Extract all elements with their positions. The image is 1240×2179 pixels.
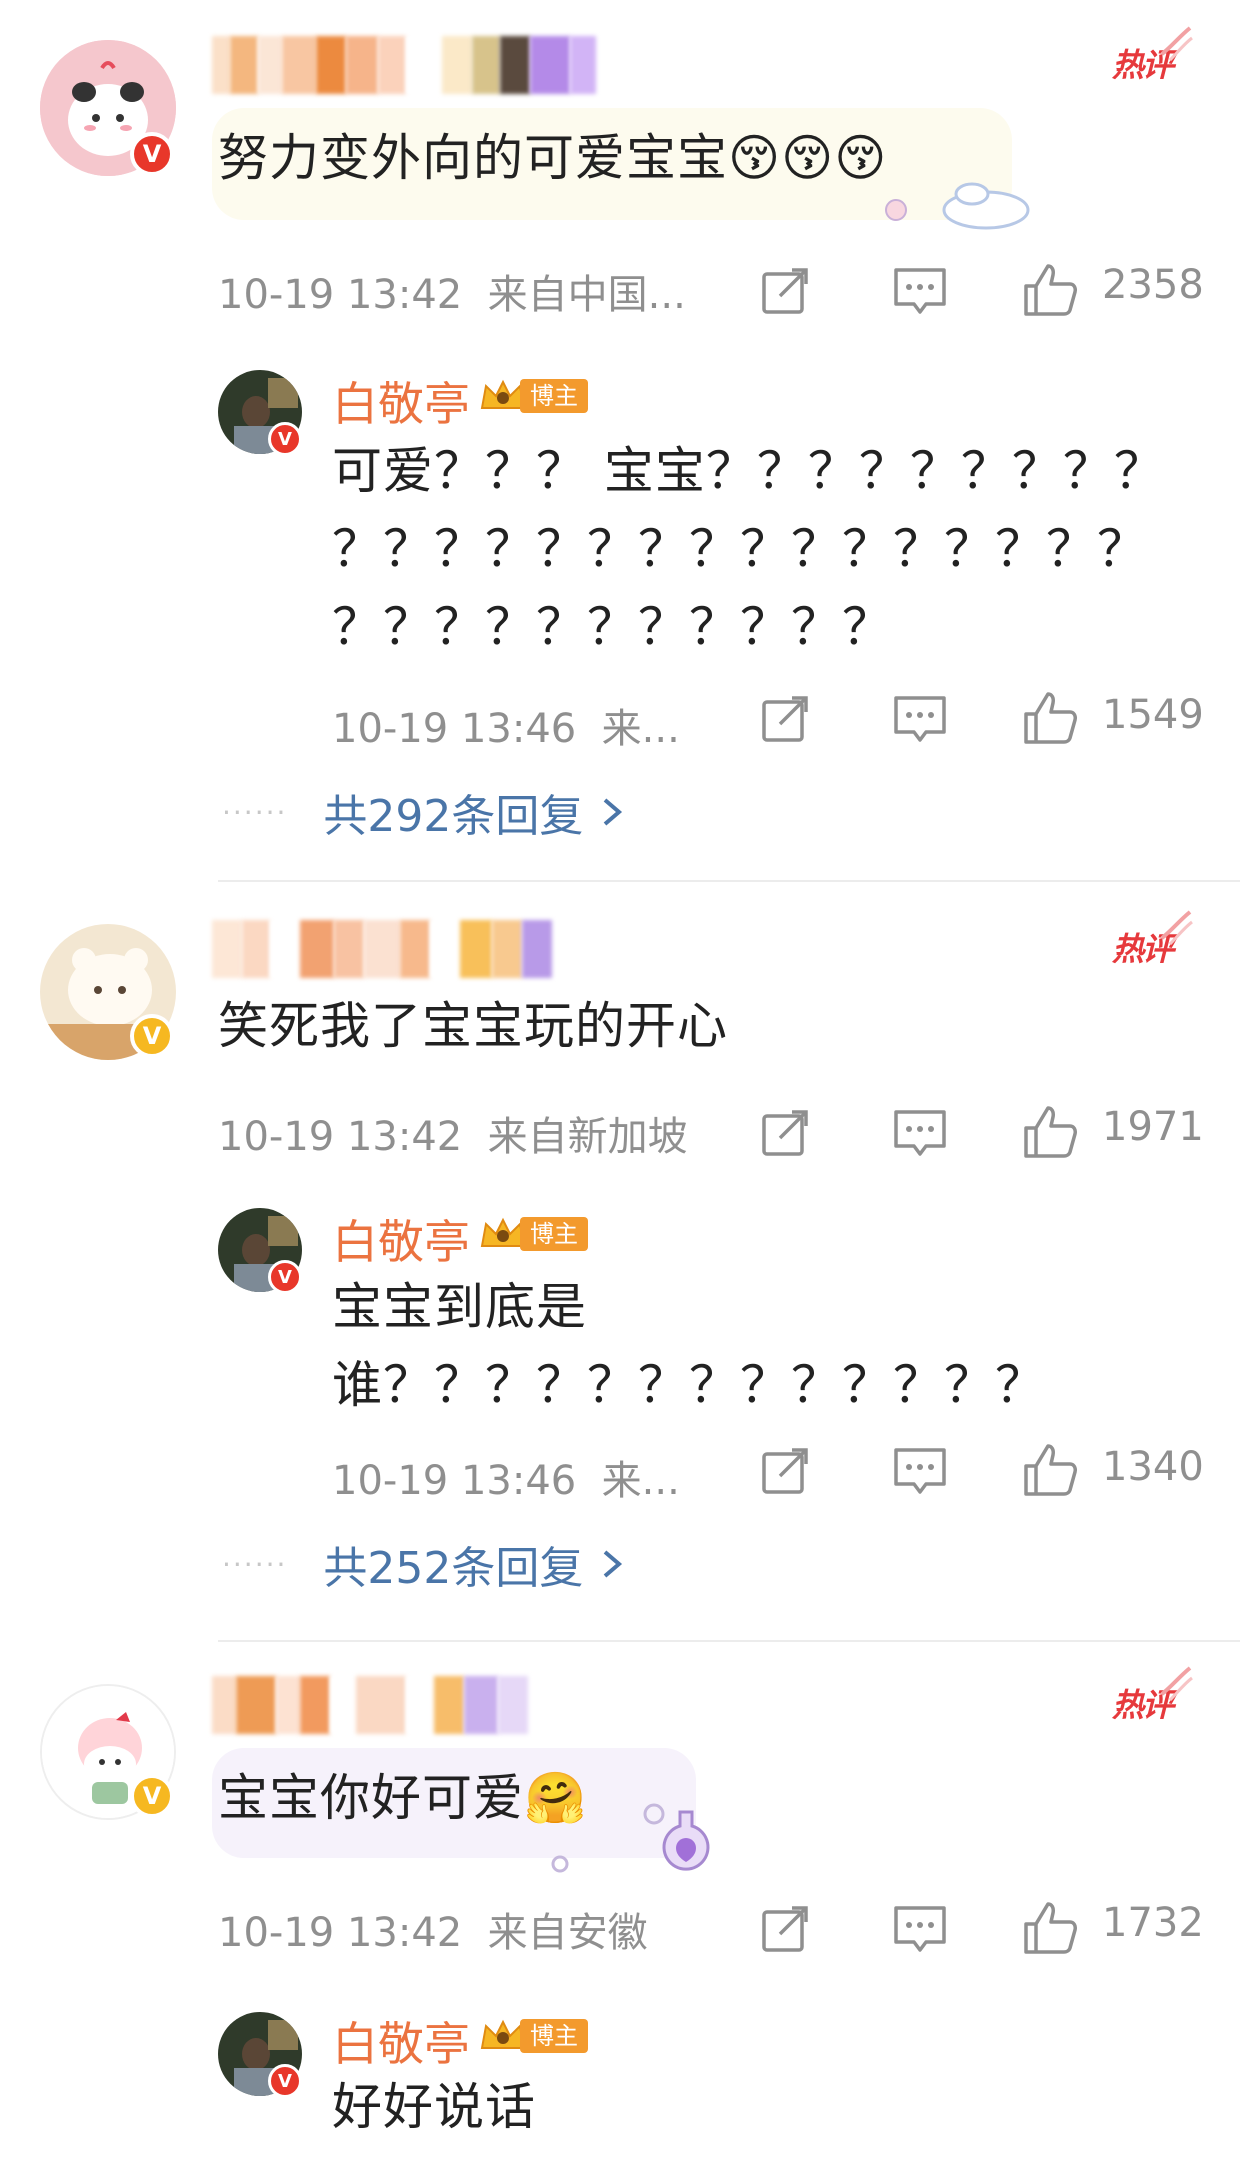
comment-location: 来自安徽 xyxy=(487,1910,648,1956)
comment-icon[interactable] xyxy=(892,1444,948,1500)
comment-icon[interactable] xyxy=(892,1902,948,1958)
reply-text-line: ？？？？？？？？？？？？？？？？ xyxy=(332,520,1148,578)
comment-icon[interactable] xyxy=(892,1106,948,1162)
hot-comment-tag: 热评 xyxy=(1108,910,1193,970)
comment-location: 来自中国... xyxy=(487,272,686,318)
comment-time: 10-19 13:42 xyxy=(218,1114,463,1160)
author-name-blurred[interactable] xyxy=(212,920,552,978)
reply-text-line: 宝宝到底是 xyxy=(332,1278,587,1336)
reply-text-line: 可爱？？？ 宝宝？？？？？？？？？ xyxy=(332,442,1165,500)
like-count: 1549 xyxy=(1102,692,1204,738)
reply-text: 好好说话 xyxy=(332,2068,536,2146)
reply-text-line: ？？？？？？？？？？？ xyxy=(332,598,893,656)
reply-location: 来... xyxy=(601,1458,680,1504)
reply-text: 宝宝到底是 谁？？？？？？？？？？？？？ xyxy=(332,1268,1046,1424)
comment-time: 10-19 13:42 xyxy=(218,272,463,318)
reply-text-line: 好好说话 xyxy=(332,2078,536,2136)
hot-comment-tag: 热评 xyxy=(1108,26,1193,86)
reply-meta: 10-19 13:46 来... xyxy=(332,696,680,754)
share-icon[interactable] xyxy=(758,264,814,320)
reply-time: 10-19 13:46 xyxy=(332,706,577,752)
divider xyxy=(218,1640,1240,1642)
dots-separator: ······ xyxy=(222,795,288,829)
like-count: 2358 xyxy=(1102,262,1204,308)
comment-text: 笑死我了宝宝玩的开心 xyxy=(218,997,728,1055)
more-replies-link[interactable]: ······ 共292条回复 xyxy=(222,780,627,844)
comment-icon[interactable] xyxy=(892,692,948,748)
comment-meta: 10-19 13:42 来自新加坡 xyxy=(218,1104,688,1162)
chevron-right-icon xyxy=(604,798,623,826)
like-count: 1732 xyxy=(1102,1900,1204,1946)
divider xyxy=(218,880,1240,882)
like-icon[interactable] xyxy=(1022,690,1078,746)
verified-icon: V xyxy=(268,1260,302,1294)
more-replies-link[interactable]: ······ 共252条回复 xyxy=(222,1532,627,1596)
hot-comment-tag: 热评 xyxy=(1108,1666,1193,1726)
blogger-badge: 博主 xyxy=(478,1214,588,1254)
author-name-blurred[interactable] xyxy=(212,36,596,94)
author-name-blurred[interactable] xyxy=(212,1676,528,1734)
chevron-right-icon xyxy=(604,1550,623,1578)
reply-author[interactable]: 白敬亭 xyxy=(332,1206,470,1272)
verified-icon: V xyxy=(130,132,174,176)
like-icon[interactable] xyxy=(1022,1442,1078,1498)
reply-text: 可爱？？？ 宝宝？？？？？？？？？ ？？？？？？？？？？？？？？？？ ？？？？？… xyxy=(332,432,1165,666)
comment-meta: 10-19 13:42 来自安徽 xyxy=(218,1900,648,1958)
share-icon[interactable] xyxy=(758,1902,814,1958)
reply-author[interactable]: 白敬亭 xyxy=(332,368,470,434)
comment-text: 努力变外向的可爱宝宝😚😚😚 xyxy=(218,129,888,187)
comment-time: 10-19 13:42 xyxy=(218,1910,463,1956)
comment-meta: 10-19 13:42 来自中国... xyxy=(218,262,686,320)
like-icon[interactable] xyxy=(1022,1104,1078,1160)
like-count: 1340 xyxy=(1102,1444,1204,1490)
share-icon[interactable] xyxy=(758,1444,814,1500)
comment-location: 来自新加坡 xyxy=(487,1114,688,1160)
share-icon[interactable] xyxy=(758,1106,814,1162)
more-replies-label: 共292条回复 xyxy=(323,791,584,842)
comment-item: V 热评 笑死我了宝宝玩的开心 10-19 13:42 来自新加坡 1971 V… xyxy=(0,884,1240,1640)
reply-meta: 10-19 13:46 来... xyxy=(332,1448,680,1506)
verified-icon: V xyxy=(130,1774,174,1818)
comment-icon[interactable] xyxy=(892,264,948,320)
verified-icon: V xyxy=(268,422,302,456)
verified-icon: V xyxy=(130,1014,174,1058)
reply-text-line: 谁？？？？？？？？？？？？？ xyxy=(332,1356,1046,1414)
verified-icon: V xyxy=(268,2064,302,2098)
blogger-badge: 博主 xyxy=(478,2016,588,2056)
reply-time: 10-19 13:46 xyxy=(332,1458,577,1504)
dots-separator: ······ xyxy=(222,1547,288,1581)
like-count: 1971 xyxy=(1102,1104,1204,1150)
more-replies-label: 共252条回复 xyxy=(323,1543,584,1594)
like-icon[interactable] xyxy=(1022,262,1078,318)
bubble-decoration xyxy=(885,182,1030,230)
blogger-badge: 博主 xyxy=(478,376,588,416)
comment-item: V 热评 努力变外向的可爱宝宝😚😚😚 10-19 13:42 来自中国... 2… xyxy=(0,0,1240,880)
like-icon[interactable] xyxy=(1022,1900,1078,1956)
reply-location: 来... xyxy=(601,706,680,752)
comment-text: 宝宝你好可爱🤗 xyxy=(218,1769,588,1827)
share-icon[interactable] xyxy=(758,692,814,748)
comment-item: V 热评 宝宝你好可爱🤗 10-19 13:42 来自安徽 1732 V 白敬亭 xyxy=(0,1644,1240,2179)
reply-author[interactable]: 白敬亭 xyxy=(332,2008,470,2074)
